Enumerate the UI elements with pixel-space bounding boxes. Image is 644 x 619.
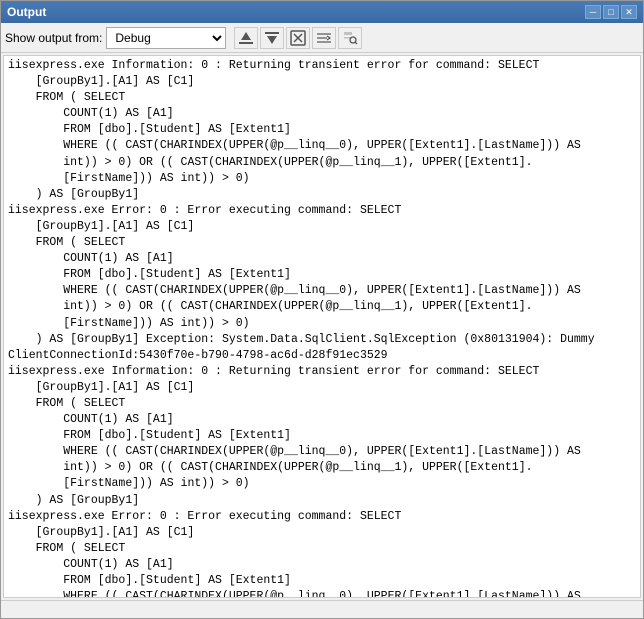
status-bar (1, 600, 643, 618)
toolbar: Show output from: Debug Build Test (1, 23, 643, 53)
word-wrap-icon (316, 30, 332, 46)
title-bar-buttons: ─ □ ✕ (585, 5, 637, 19)
minimize-button[interactable]: ─ (585, 5, 601, 19)
find-icon (342, 30, 358, 46)
scroll-down-button[interactable] (260, 27, 284, 49)
word-wrap-button[interactable] (312, 27, 336, 49)
output-source-select[interactable]: Debug Build Test (106, 27, 226, 49)
scroll-up-icon (238, 30, 254, 46)
output-area: iisexpress.exe Information: 0 : Returnin… (3, 55, 641, 598)
title-bar: Output ─ □ ✕ (1, 1, 643, 23)
window-title: Output (7, 5, 46, 19)
show-output-label: Show output from: (5, 31, 102, 45)
clear-icon (290, 30, 306, 46)
output-text-content[interactable]: iisexpress.exe Information: 0 : Returnin… (4, 56, 640, 597)
output-pre: iisexpress.exe Information: 0 : Returnin… (8, 58, 636, 597)
maximize-button[interactable]: □ (603, 5, 619, 19)
scroll-up-button[interactable] (234, 27, 258, 49)
toolbar-action-buttons (234, 27, 362, 49)
close-button[interactable]: ✕ (621, 5, 637, 19)
scroll-down-icon (264, 30, 280, 46)
clear-button[interactable] (286, 27, 310, 49)
find-button[interactable] (338, 27, 362, 49)
output-window: Output ─ □ ✕ Show output from: Debug Bui… (0, 0, 644, 619)
